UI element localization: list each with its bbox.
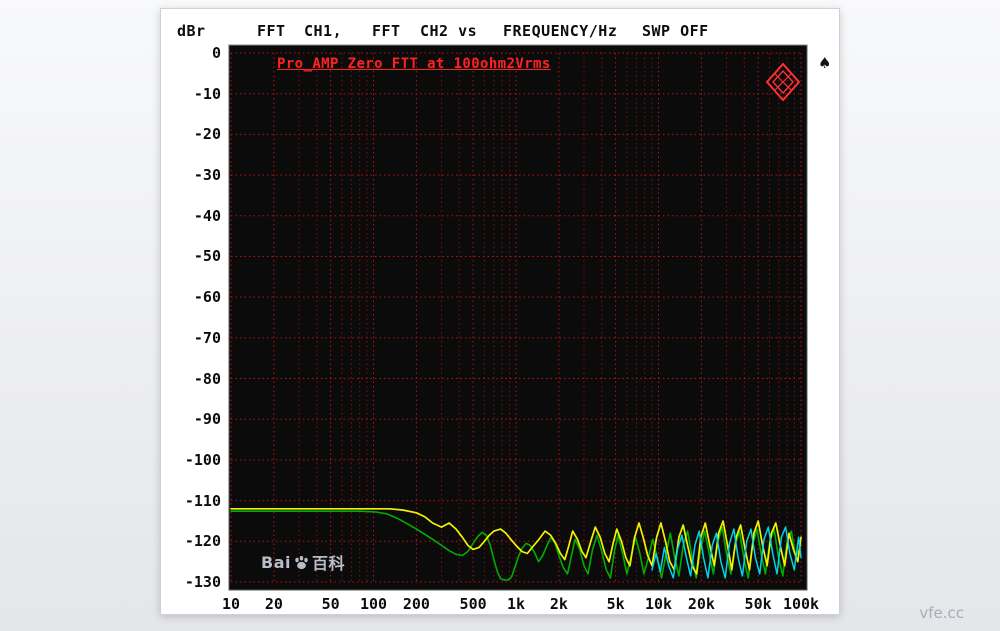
x-tick-label: 200 — [403, 595, 430, 613]
y-tick-label: -130 — [161, 574, 221, 590]
y-tick-label: -50 — [161, 248, 221, 264]
y-tick-label: -40 — [161, 208, 221, 224]
y-tick-label: -20 — [161, 126, 221, 142]
x-tick-label: 10 — [222, 595, 240, 613]
page-background: dBr FFT CH1, FFT CH2 vs FREQUENCY/Hz SWP… — [0, 0, 1000, 631]
y-tick-label: -10 — [161, 86, 221, 102]
y-tick-label: -100 — [161, 452, 221, 468]
baidu-watermark-suffix: 百科 — [312, 550, 345, 574]
baidu-watermark-prefix: Bai — [261, 553, 291, 572]
audio-precision-logo-icon — [765, 62, 801, 106]
y-tick-label: -70 — [161, 330, 221, 346]
x-tick-label: 500 — [460, 595, 487, 613]
y-tick-label: -90 — [161, 411, 221, 427]
x-tick-label: 1k — [507, 595, 525, 613]
x-tick-label: 5k — [607, 595, 625, 613]
spectrum-plot — [161, 9, 841, 616]
spade-marker-icon: ♠ — [818, 54, 831, 72]
y-tick-label: -80 — [161, 371, 221, 387]
x-tick-label: 20 — [265, 595, 283, 613]
y-tick-label: 0 — [161, 45, 221, 61]
x-tick-label: 50 — [322, 595, 340, 613]
baidu-paw-icon — [293, 554, 310, 571]
y-tick-label: -60 — [161, 289, 221, 305]
plot-title-annotation: Pro_AMP Zero FTT at 100ohm2Vrms — [277, 56, 551, 72]
y-tick-label: -110 — [161, 493, 221, 509]
x-tick-label: 20k — [688, 595, 715, 613]
x-tick-label: 10k — [645, 595, 672, 613]
x-tick-label: 100 — [360, 595, 387, 613]
x-tick-label: 2k — [550, 595, 568, 613]
vfe-watermark: vfe.cc — [919, 604, 964, 622]
x-tick-label: 100k — [783, 595, 819, 613]
y-tick-label: -30 — [161, 167, 221, 183]
y-tick-label: -120 — [161, 533, 221, 549]
analyzer-screenshot-panel: dBr FFT CH1, FFT CH2 vs FREQUENCY/Hz SWP… — [160, 8, 840, 615]
x-tick-label: 50k — [745, 595, 772, 613]
baidu-baike-watermark: Bai 百科 — [261, 550, 345, 574]
